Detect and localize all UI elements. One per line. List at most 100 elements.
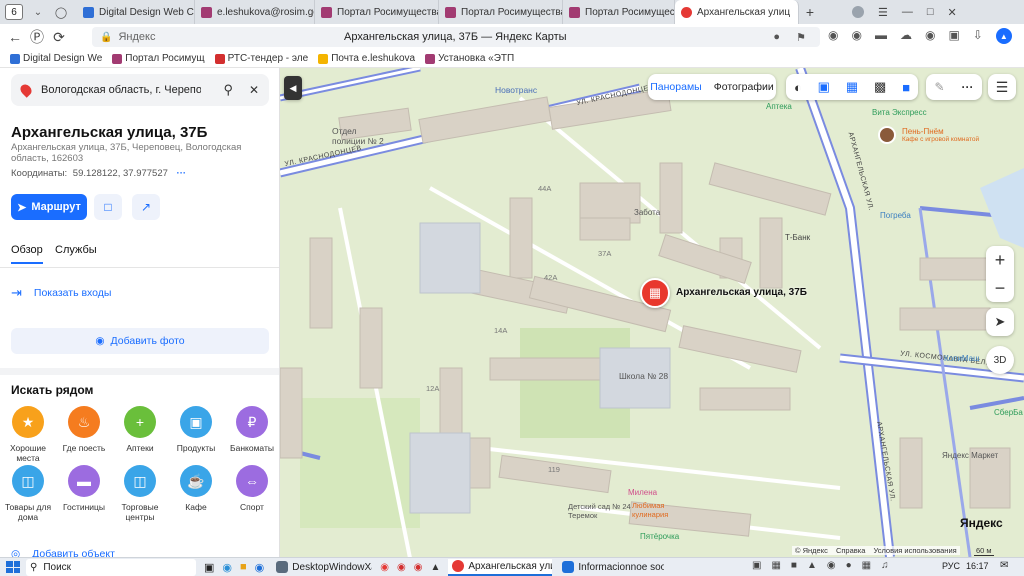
menu-button[interactable]: ☰ xyxy=(988,74,1016,100)
pin-icon[interactable]: ◯ xyxy=(51,6,71,19)
poi-novotrans[interactable]: Новотранс xyxy=(495,85,537,95)
category-sport[interactable]: ⇔ Спорт xyxy=(224,465,279,512)
tab-4[interactable]: Портал Росимущества xyxy=(439,0,563,24)
poi-pogreba[interactable]: Погреба xyxy=(880,211,911,220)
category-home-goods[interactable]: ◫ Товары для дома xyxy=(0,465,56,522)
poi-vita[interactable]: Вита Экспресс xyxy=(872,108,927,117)
photos-button[interactable]: Фотографии xyxy=(714,81,774,93)
add-object-link[interactable]: ◎ Добавить объект xyxy=(11,548,115,557)
map-book-icon[interactable]: ▣ xyxy=(818,79,830,95)
app-icon[interactable]: ■ xyxy=(240,561,247,573)
poi-lyubimaya[interactable]: Любимая кулинария xyxy=(632,501,702,519)
tab-1[interactable]: Digital Design Web Clie xyxy=(77,0,195,24)
tab-2[interactable]: e.leshukova@rosim.gov xyxy=(195,0,315,24)
tab-overview[interactable]: Обзор xyxy=(11,244,43,264)
help-link[interactable]: Справка xyxy=(836,546,865,555)
zoom-in-button[interactable]: + xyxy=(995,246,1006,274)
poi-apteka[interactable]: Аптека xyxy=(766,102,792,111)
category-groceries[interactable]: ▣ Продукты xyxy=(168,406,224,453)
extension-icon[interactable]: ◉ xyxy=(851,28,861,44)
tab-active[interactable]: Архангельская улиц ✕ xyxy=(675,0,799,24)
windows-start-icon[interactable] xyxy=(6,561,20,573)
poi-police[interactable]: Отдел полиции № 2 xyxy=(332,126,392,146)
tab-5[interactable]: Портал Росимущества xyxy=(563,0,675,24)
more-icon[interactable]: ··· xyxy=(177,168,187,179)
search-input[interactable]: Вологодская область, г. Череповец, у xyxy=(41,84,201,96)
app-icon[interactable]: ▲ xyxy=(430,562,440,573)
profile-icon[interactable] xyxy=(852,6,864,18)
location-pin-icon[interactable]: ● xyxy=(773,31,780,43)
poi-kopimash[interactable]: КопиМаш xyxy=(944,354,980,363)
tray-icon[interactable]: ● xyxy=(846,560,852,571)
back-icon[interactable]: ← xyxy=(4,29,26,45)
extension-icon[interactable]: ▬ xyxy=(875,28,887,44)
language-indicator[interactable]: РУС xyxy=(942,561,960,571)
category-atm[interactable]: ₽ Банкоматы xyxy=(224,406,279,453)
bookmark-item[interactable]: Digital Design We xyxy=(10,53,102,64)
maximize-icon[interactable]: □ xyxy=(927,6,934,18)
extension-icon[interactable]: ▣ xyxy=(948,28,959,44)
cafe-photo-avatar[interactable] xyxy=(878,126,896,144)
terms-link[interactable]: Условия использования xyxy=(873,546,956,555)
category-pharmacy[interactable]: + Аптеки xyxy=(112,406,168,453)
map-layers-icon[interactable]: ◐ xyxy=(794,80,802,95)
tray-icon[interactable]: ▲ xyxy=(807,560,817,571)
tray-icon[interactable]: ▦ xyxy=(771,560,780,571)
bookmark-button[interactable]: □ xyxy=(94,194,122,220)
new-tab-button[interactable]: + xyxy=(799,4,821,20)
bus-icon[interactable]: ▩ xyxy=(874,79,886,95)
category-good-places[interactable]: ★ Хорошие места xyxy=(0,406,56,463)
add-photo-button[interactable]: ◉ Добавить фото xyxy=(11,328,269,354)
my-location-button[interactable]: ➤ xyxy=(986,308,1014,336)
more-icon[interactable]: ··· xyxy=(962,80,974,94)
taskbar-search[interactable]: ⚲ Поиск xyxy=(26,558,196,576)
app-icon[interactable]: ◉ xyxy=(397,562,406,573)
close-icon[interactable]: ✕ xyxy=(249,83,259,97)
taskbar-app-active[interactable]: Архангельская ули... xyxy=(448,558,553,576)
poi-school[interactable]: Школа № 28 xyxy=(619,371,668,381)
tab-services[interactable]: Службы xyxy=(55,244,97,256)
tray-icon[interactable]: ■ xyxy=(791,560,797,571)
layers-icon[interactable]: ■ xyxy=(902,80,910,95)
app-icon[interactable]: ◉ xyxy=(380,562,389,573)
bookmark-item[interactable]: Установка «ЭТП xyxy=(425,53,514,64)
tray-icon[interactable]: ▣ xyxy=(752,560,761,571)
minimize-icon[interactable]: — xyxy=(902,6,913,18)
poi-zabota[interactable]: Забота xyxy=(634,208,660,217)
poi-sberbank[interactable]: СберБа xyxy=(994,408,1023,417)
extensions-icon[interactable]: ☰ xyxy=(878,6,888,19)
search-icon[interactable]: ⚲ xyxy=(223,82,233,98)
coordinates-value[interactable]: 59.128122, 37.977527 xyxy=(73,168,168,179)
extension-icon[interactable]: ☁ xyxy=(900,28,912,44)
app-icon[interactable]: ▣ xyxy=(204,561,214,574)
taskbar-app[interactable]: Informacionnoe soob... xyxy=(558,559,664,576)
app-icon[interactable]: ◉ xyxy=(414,562,423,573)
profile-avatar[interactable]: ▲ xyxy=(995,28,1012,44)
chevron-down-icon[interactable]: ⌄ xyxy=(29,7,47,18)
taskbar-app[interactable]: DesktopWindowXaml... xyxy=(272,559,372,576)
collapse-panel-button[interactable]: ◀ xyxy=(284,76,302,100)
building-marker-icon[interactable]: ▦ xyxy=(640,278,670,308)
category-food[interactable]: ♨ Где поесть xyxy=(56,406,112,453)
downloads-icon[interactable]: ⇩ xyxy=(973,28,983,44)
poi-yandex-market[interactable]: Яндекс Маркет xyxy=(942,451,998,460)
share-button[interactable]: ↗ xyxy=(132,194,160,220)
yandex-logo[interactable]: Яндекс xyxy=(960,516,1003,530)
tray-icon[interactable]: ▦ xyxy=(862,560,871,571)
poi-detsad[interactable]: Детский сад № 24 Теремок xyxy=(568,502,638,520)
poi-tbank[interactable]: Т-Банк xyxy=(785,233,810,242)
bookmark-icon[interactable]: ⚑ xyxy=(796,31,806,44)
close-window-icon[interactable]: ✕ xyxy=(948,6,957,19)
yandex-icon[interactable]: Ⓟ xyxy=(26,27,48,47)
zoom-out-button[interactable]: − xyxy=(995,274,1006,302)
tab-count-badge[interactable]: 6 xyxy=(5,4,23,20)
category-malls[interactable]: ◫ Торговые центры xyxy=(112,465,168,522)
url-field[interactable]: 🔒 Яндекс Архангельская улица, 37Б — Янде… xyxy=(92,27,820,47)
category-cafe[interactable]: ☕ Кафе xyxy=(168,465,224,512)
panoramas-button[interactable]: Панорамы xyxy=(650,81,701,93)
traffic-icon[interactable]: ▦ xyxy=(846,79,858,95)
copyright-link[interactable]: © Яндекс xyxy=(795,546,828,555)
notifications-icon[interactable]: ✉ xyxy=(1000,560,1008,571)
category-hotels[interactable]: ▬ Гостиницы xyxy=(56,465,112,512)
ruler-icon[interactable]: ✎ xyxy=(934,80,944,94)
